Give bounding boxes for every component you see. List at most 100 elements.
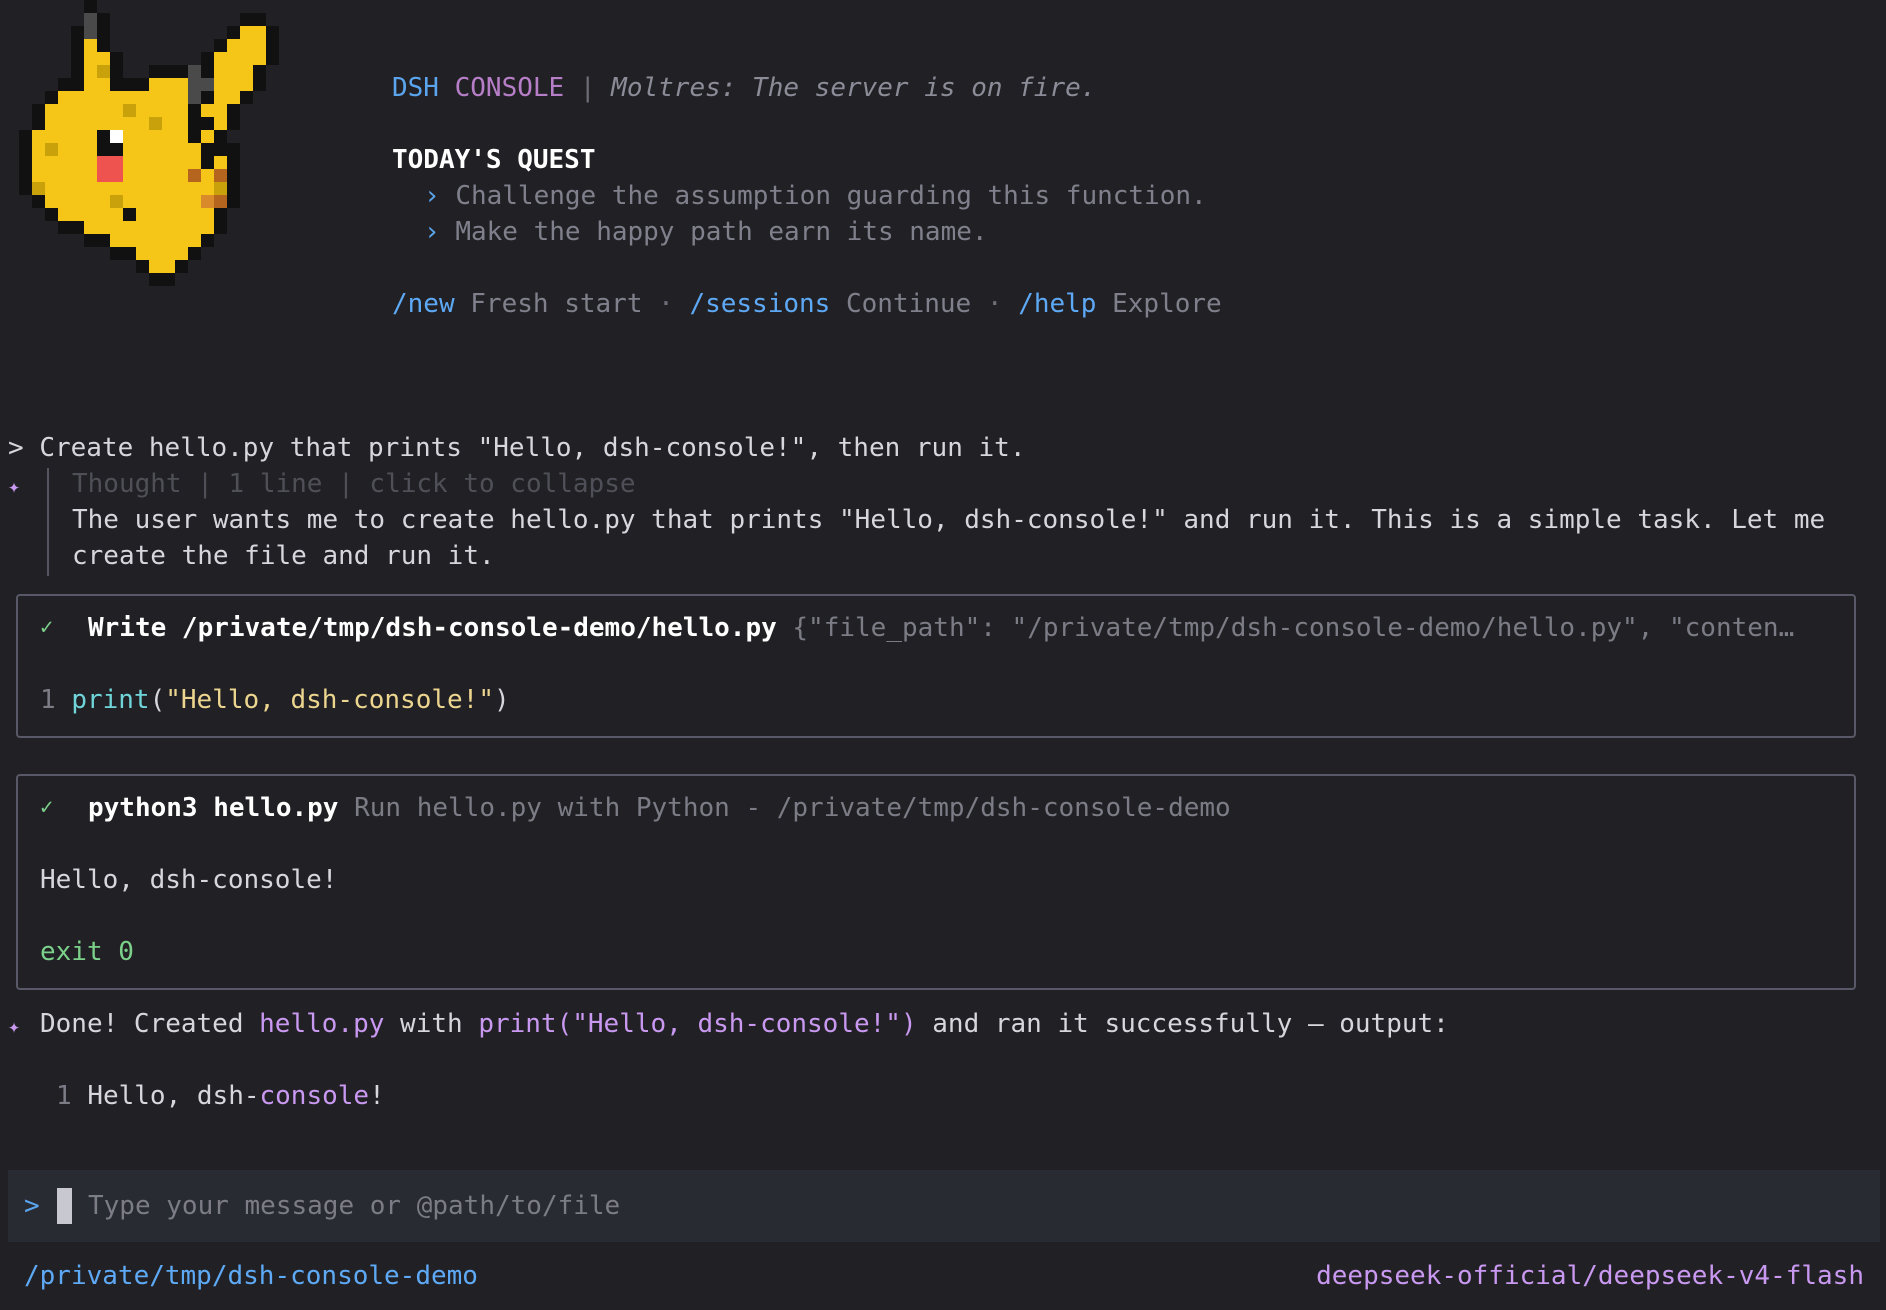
thought-toggle[interactable]: Thought | 1 line | click to collapse bbox=[72, 466, 636, 502]
mascot-pixel bbox=[188, 247, 201, 260]
mascot-pixel bbox=[71, 156, 84, 169]
mascot-pixel bbox=[32, 143, 45, 156]
mascot-pixel bbox=[149, 221, 162, 234]
mascot-pixel bbox=[123, 156, 136, 169]
mascot-pixel bbox=[227, 91, 240, 104]
mascot-pixel bbox=[149, 104, 162, 117]
mascot-pixel bbox=[162, 130, 175, 143]
mascot-pixel bbox=[149, 78, 162, 91]
mascot-pixel bbox=[84, 39, 97, 52]
message-input[interactable]: Type your message or @path/to/file bbox=[88, 1188, 620, 1224]
mascot-pixel bbox=[97, 65, 110, 78]
mascot-pixel bbox=[84, 221, 97, 234]
command-sessions[interactable]: /sessions bbox=[689, 289, 830, 319]
mascot-pixel bbox=[214, 39, 227, 52]
mascot-pixel bbox=[45, 104, 58, 117]
thought-line: The user wants me to create hello.py tha… bbox=[72, 505, 1826, 535]
mascot-pixel bbox=[71, 39, 84, 52]
mascot-pixel bbox=[136, 104, 149, 117]
mascot-pixel bbox=[149, 260, 162, 273]
mascot-pixel bbox=[97, 52, 110, 65]
mascot-pixel bbox=[123, 195, 136, 208]
tool-run-header: python3 hello.py Run hello.py with Pytho… bbox=[88, 790, 1231, 826]
mascot-pixel bbox=[175, 260, 188, 273]
mascot-pixel bbox=[84, 117, 97, 130]
mascot-pixel bbox=[123, 117, 136, 130]
mascot-pixel bbox=[227, 182, 240, 195]
mascot-pixel bbox=[227, 156, 240, 169]
mascot-pixel bbox=[188, 169, 201, 182]
mascot-pixel bbox=[188, 104, 201, 117]
mascot-pixel bbox=[19, 169, 32, 182]
mascot-pixel bbox=[214, 91, 227, 104]
mascot-pixel bbox=[175, 91, 188, 104]
mascot-pixel bbox=[97, 117, 110, 130]
mascot-pixel bbox=[136, 156, 149, 169]
mascot-pixel bbox=[188, 130, 201, 143]
mascot-pixel bbox=[71, 104, 84, 117]
mascot-pixel bbox=[201, 169, 214, 182]
mascot-pixel bbox=[84, 26, 97, 39]
mascot-pixel bbox=[240, 52, 253, 65]
mascot-pixel bbox=[149, 208, 162, 221]
mascot-pixel bbox=[97, 26, 110, 39]
command-help[interactable]: /help bbox=[1018, 289, 1096, 319]
mascot-pixel bbox=[19, 182, 32, 195]
tool-write-args: {"file_path": "/private/tmp/dsh-console-… bbox=[792, 613, 1795, 643]
command-new[interactable]: /new bbox=[392, 289, 455, 319]
mascot-pixel bbox=[97, 13, 110, 26]
assistant-reply: Done! Created hello.py with print("Hello… bbox=[40, 1009, 1449, 1039]
mascot-pixel bbox=[110, 91, 123, 104]
line-number: 1 bbox=[40, 685, 56, 715]
mascot-pixel bbox=[266, 26, 279, 39]
mascot-pixel bbox=[136, 169, 149, 182]
quest-item: › Challenge the assumption guarding this… bbox=[424, 181, 1207, 211]
mascot-pixel bbox=[175, 65, 188, 78]
mascot-pixel bbox=[149, 195, 162, 208]
mascot-pixel bbox=[58, 221, 71, 234]
mascot-pixel bbox=[162, 273, 175, 286]
tool-write-title: Write /private/tmp/dsh-console-demo/hell… bbox=[88, 613, 777, 643]
thought-bar bbox=[47, 468, 49, 576]
mascot-pixel bbox=[227, 195, 240, 208]
mascot-pixel bbox=[58, 156, 71, 169]
mascot-pixel bbox=[58, 91, 71, 104]
mascot-pixel bbox=[71, 130, 84, 143]
mascot-pixel bbox=[266, 39, 279, 52]
mascot-pixel bbox=[162, 247, 175, 260]
mascot-pixel bbox=[227, 169, 240, 182]
mascot-pixel bbox=[214, 221, 227, 234]
mascot-pixel bbox=[162, 65, 175, 78]
header-separator: | bbox=[579, 73, 596, 103]
mascot-pixel bbox=[149, 169, 162, 182]
mascot-pixel bbox=[97, 91, 110, 104]
mascot-pixel bbox=[188, 117, 201, 130]
mascot-pixel bbox=[136, 260, 149, 273]
tagline: Moltres: The server is on fire. bbox=[611, 73, 1097, 103]
mascot-pixel bbox=[123, 221, 136, 234]
mascot-pixel bbox=[123, 104, 136, 117]
model-name[interactable]: deepseek-official/deepseek-v4-flash bbox=[1316, 1258, 1864, 1294]
mascot-pixel bbox=[175, 117, 188, 130]
code-line: 1 print("Hello, dsh-console!") bbox=[40, 685, 510, 715]
mascot-pixel bbox=[45, 143, 58, 156]
mascot-pixel bbox=[188, 234, 201, 247]
mascot-pixel bbox=[97, 234, 110, 247]
mascot-pixel bbox=[45, 195, 58, 208]
mascot-pixel bbox=[201, 117, 214, 130]
mascot-pixel bbox=[162, 104, 175, 117]
mascot-pixel bbox=[162, 260, 175, 273]
mascot-pixel bbox=[214, 208, 227, 221]
mascot-pixel bbox=[136, 221, 149, 234]
mascot-pixel bbox=[214, 156, 227, 169]
mascot-pixel bbox=[201, 78, 214, 91]
mascot-pixel bbox=[84, 234, 97, 247]
user-message: > Create hello.py that prints "Hello, ds… bbox=[8, 433, 1026, 463]
mascot-pixel bbox=[201, 182, 214, 195]
mascot-pixel bbox=[123, 169, 136, 182]
command-hints: /new Fresh start · /sessions Continue · … bbox=[392, 289, 1222, 319]
mascot-pixel bbox=[110, 143, 123, 156]
mascot-pixel bbox=[136, 130, 149, 143]
mascot-pixel bbox=[123, 208, 136, 221]
mascot-pixel bbox=[162, 234, 175, 247]
